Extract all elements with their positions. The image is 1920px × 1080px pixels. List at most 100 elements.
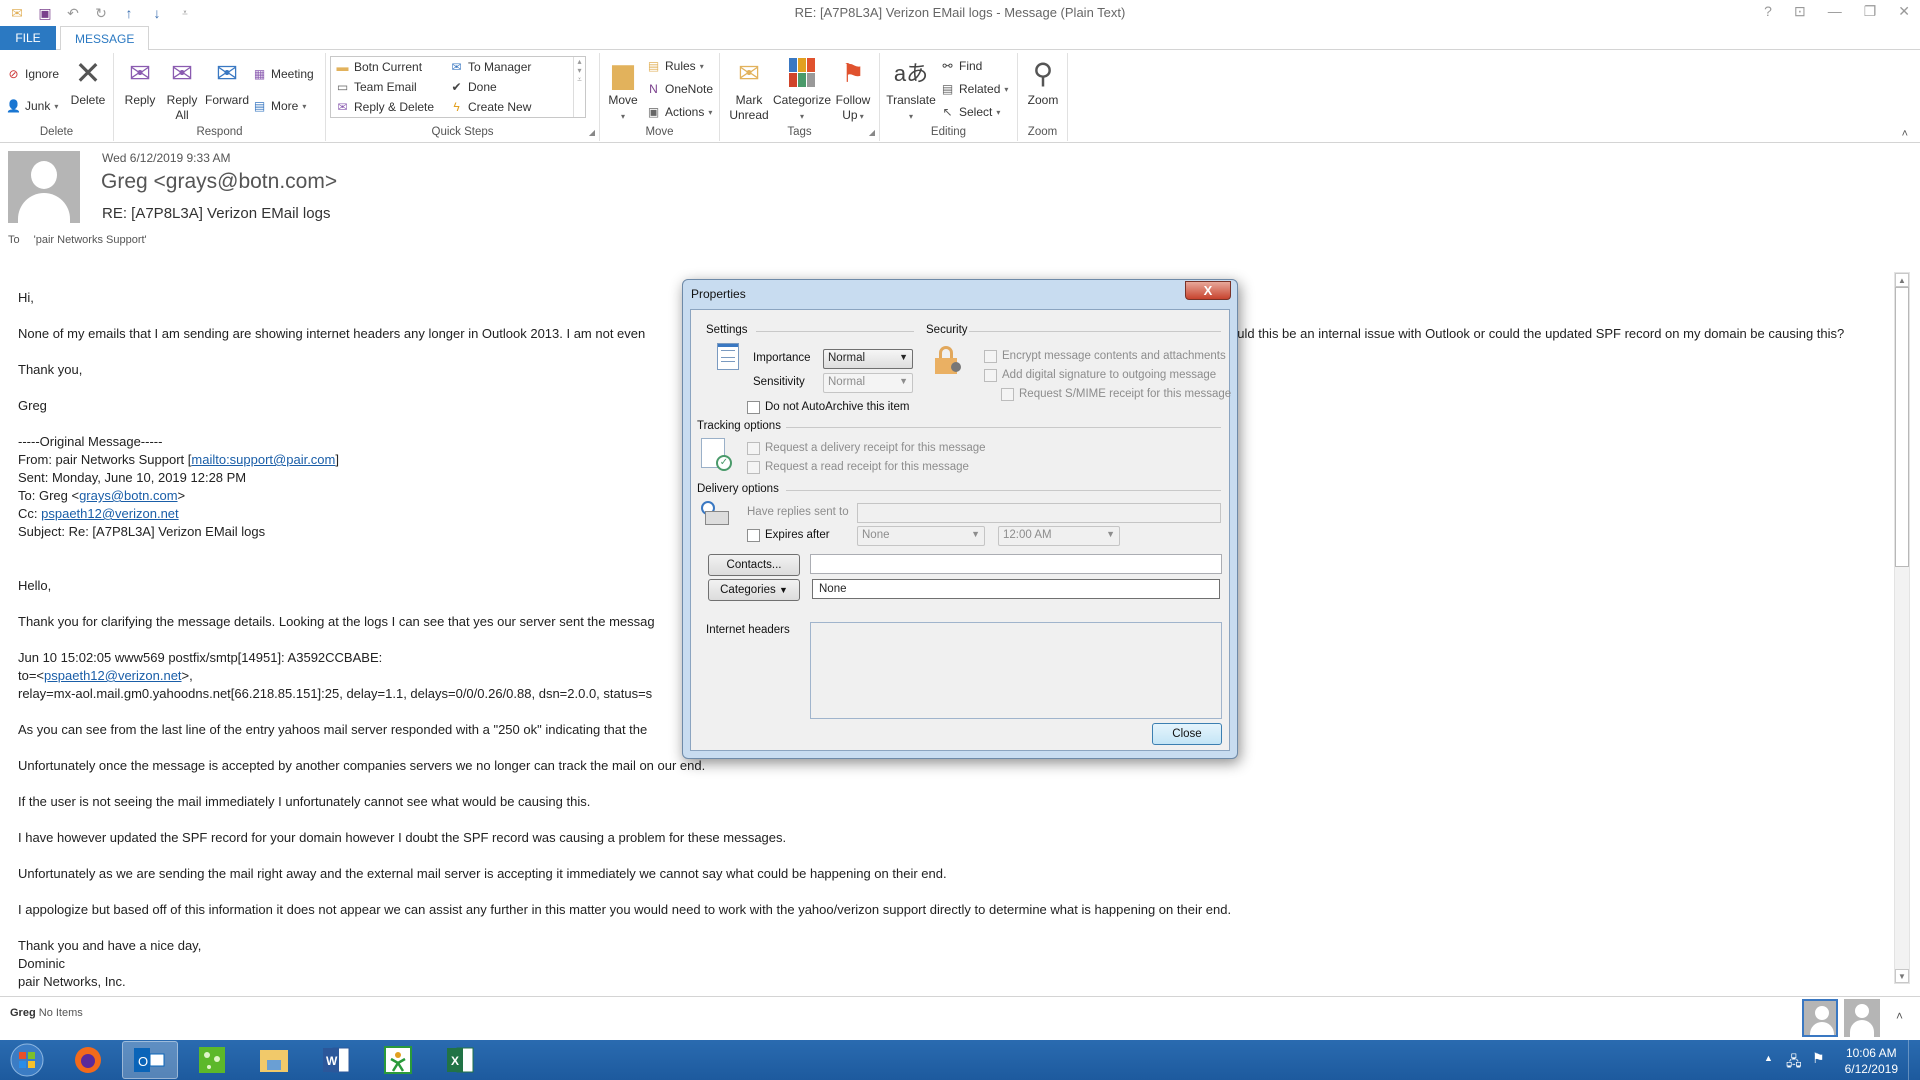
security-section-label: Security bbox=[926, 324, 968, 336]
expires-time-select[interactable]: 12:00 AM ▼ bbox=[998, 526, 1120, 546]
email-link[interactable]: grays@botn.com bbox=[79, 488, 177, 503]
show-desktop-button[interactable] bbox=[1908, 1040, 1920, 1080]
taskbar-green-app[interactable] bbox=[184, 1041, 240, 1079]
quick-step-to-manager[interactable]: ✉ To Manager bbox=[449, 58, 531, 76]
delivery-receipt-checkbox[interactable] bbox=[747, 442, 760, 455]
contacts-input[interactable] bbox=[810, 554, 1222, 574]
people-avatar[interactable] bbox=[1844, 999, 1880, 1037]
meeting-button[interactable]: ▦ Meeting bbox=[252, 65, 314, 83]
find-button[interactable]: ⚯ Find bbox=[940, 57, 982, 75]
windows-logo-icon bbox=[10, 1043, 44, 1077]
rules-button[interactable]: ▤ Rules ▾ bbox=[646, 57, 704, 75]
expires-after-label: Expires after bbox=[765, 529, 830, 541]
help-icon[interactable]: ? bbox=[1764, 3, 1772, 20]
onenote-button[interactable]: N OneNote bbox=[646, 80, 713, 98]
action-center-flag-icon[interactable]: ⚑ bbox=[1812, 1050, 1825, 1067]
gallery-scrollbar[interactable]: ▴ ▾ ⩡ bbox=[573, 57, 585, 117]
reply-all-icon: ✉ bbox=[171, 57, 193, 88]
quick-step-reply-delete[interactable]: ✉ Reply & Delete bbox=[335, 98, 434, 116]
mailto-link[interactable]: mailto:support@pair.com bbox=[191, 452, 335, 467]
close-icon[interactable]: ✕ bbox=[1898, 3, 1910, 20]
minimize-icon[interactable]: — bbox=[1828, 3, 1842, 20]
quick-step-team-email[interactable]: ▭ Team Email bbox=[335, 78, 417, 96]
taskbar-word[interactable]: W bbox=[308, 1041, 364, 1079]
encrypt-checkbox[interactable] bbox=[984, 350, 997, 363]
message-header: Wed 6/12/2019 9:33 AM Greg <grays@botn.c… bbox=[0, 143, 1920, 253]
dialog-launcher-icon[interactable]: ◢ bbox=[589, 128, 595, 137]
clock[interactable]: 10:06 AM 6/12/2019 bbox=[1845, 1045, 1898, 1077]
reply-all-button[interactable]: ✉ Reply All bbox=[162, 55, 202, 123]
start-button[interactable] bbox=[2, 1041, 52, 1079]
translate-button[interactable]: aあ Translate ▾ bbox=[884, 55, 938, 124]
forward-button[interactable]: ✉ Forward bbox=[202, 55, 252, 108]
mark-unread-button[interactable]: ✉ Mark Unread bbox=[728, 55, 770, 123]
tab-file[interactable]: FILE bbox=[0, 26, 56, 50]
quick-steps-gallery: ▬ Botn Current ✉ To Manager ▭ Team Email ✔ D… bbox=[330, 56, 586, 118]
actions-button[interactable]: ▣ Actions ▾ bbox=[646, 103, 713, 121]
forward-mail-icon: ✉ bbox=[451, 60, 462, 74]
system-tray: ▲ 🖧 ⚑ 10:06 AM 6/12/2019 bbox=[1740, 1040, 1920, 1080]
folder-icon bbox=[260, 1050, 288, 1072]
recipient[interactable]: 'pair Networks Support' bbox=[34, 234, 147, 246]
people-name: Greg bbox=[10, 1007, 36, 1019]
scroll-up-icon[interactable]: ▲ bbox=[1895, 273, 1909, 287]
ribbon: ⊘ Ignore 👤 Junk ▾ ✕ Delete Delete ✉ Reply ✉… bbox=[0, 50, 1920, 143]
categorize-button[interactable]: Categorize ▾ bbox=[772, 55, 832, 124]
message-sender[interactable]: Greg <grays@botn.com> bbox=[101, 170, 337, 194]
junk-button[interactable]: 👤 Junk ▾ bbox=[6, 97, 58, 115]
group-move: ▆ Move ▾ ▤ Rules ▾ N OneNote ▣ Actions ▾ Move bbox=[600, 53, 720, 141]
ribbon-display-icon[interactable]: ⊡ bbox=[1794, 3, 1806, 20]
vertical-scrollbar[interactable]: ▲ ▼ bbox=[1894, 272, 1910, 984]
quick-step-done[interactable]: ✔ Done bbox=[449, 78, 496, 96]
contacts-button[interactable]: Contacts... bbox=[708, 554, 800, 576]
delete-button[interactable]: ✕ Delete bbox=[66, 55, 110, 108]
people-avatar[interactable] bbox=[1802, 999, 1838, 1037]
categories-input[interactable]: None bbox=[812, 579, 1220, 599]
taskbar-firefox[interactable] bbox=[60, 1041, 116, 1079]
categories-button[interactable]: Categories ▼ bbox=[708, 579, 800, 601]
more-button[interactable]: ▤ More ▾ bbox=[252, 97, 307, 115]
categorize-icon bbox=[784, 55, 820, 91]
scroll-down-icon[interactable]: ▼ bbox=[1895, 969, 1909, 983]
scroll-thumb[interactable] bbox=[1895, 287, 1909, 567]
quick-step-botn-current[interactable]: ▬ Botn Current bbox=[335, 58, 423, 76]
group-label: Tags bbox=[787, 126, 812, 138]
follow-up-button[interactable]: ⚑ Follow Up ▾ bbox=[832, 55, 874, 124]
dialog-close-button[interactable]: X bbox=[1185, 281, 1231, 300]
reply-button[interactable]: ✉ Reply bbox=[120, 55, 160, 108]
smime-receipt-checkbox[interactable] bbox=[1001, 388, 1014, 401]
email-link[interactable]: pspaeth12@verizon.net bbox=[41, 506, 179, 521]
group-label: Quick Steps bbox=[431, 126, 494, 138]
digital-signature-checkbox[interactable] bbox=[984, 369, 997, 382]
taskbar-file-explorer[interactable] bbox=[246, 1041, 302, 1079]
expires-date-select[interactable]: None ▼ bbox=[857, 526, 985, 546]
expires-after-checkbox[interactable] bbox=[747, 529, 760, 542]
expand-people-pane-icon[interactable]: ˄ bbox=[1896, 1009, 1903, 1023]
quick-step-create-new[interactable]: ϟ Create New bbox=[449, 98, 531, 116]
chevron-down-icon: ▼ bbox=[899, 376, 908, 386]
replies-to-input[interactable] bbox=[857, 503, 1221, 523]
show-hidden-icons[interactable]: ▲ bbox=[1764, 1053, 1773, 1063]
collapse-ribbon-icon[interactable]: ˄ bbox=[1902, 128, 1908, 140]
restore-icon[interactable]: ❐ bbox=[1864, 3, 1877, 20]
tab-message[interactable]: MESSAGE bbox=[60, 26, 150, 51]
autoarchive-label: Do not AutoArchive this item bbox=[765, 401, 910, 413]
email-link[interactable]: pspaeth12@verizon.net bbox=[44, 668, 182, 683]
autoarchive-checkbox[interactable] bbox=[747, 401, 760, 414]
ignore-button[interactable]: ⊘ Ignore bbox=[6, 65, 59, 83]
select-button[interactable]: ↖ Select ▾ bbox=[940, 103, 1000, 121]
related-button[interactable]: ▤ Related ▾ bbox=[940, 80, 1009, 98]
internet-headers-textarea[interactable] bbox=[810, 622, 1222, 719]
move-button[interactable]: ▆ Move ▾ bbox=[604, 55, 642, 124]
chevron-down-icon: ▼ bbox=[899, 352, 908, 362]
importance-select[interactable]: Normal ▼ bbox=[823, 349, 913, 369]
sensitivity-select[interactable]: Normal ▼ bbox=[823, 373, 913, 393]
zoom-button[interactable]: ⚲ Zoom bbox=[1022, 55, 1064, 108]
taskbar-outlook[interactable]: O bbox=[122, 1041, 178, 1079]
taskbar-excel[interactable]: X bbox=[432, 1041, 488, 1079]
close-button[interactable]: Close bbox=[1152, 723, 1222, 745]
read-receipt-checkbox[interactable] bbox=[747, 461, 760, 474]
dialog-launcher-icon[interactable]: ◢ bbox=[869, 128, 875, 137]
taskbar-figure-app[interactable] bbox=[370, 1041, 426, 1079]
network-icon[interactable]: 🖧 bbox=[1786, 1051, 1802, 1075]
